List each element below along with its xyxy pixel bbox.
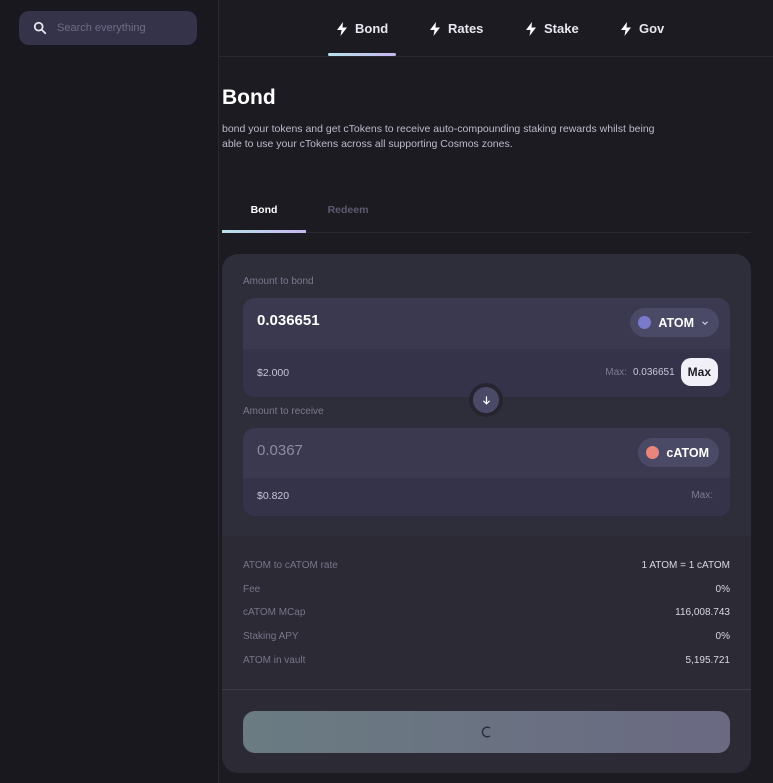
lightning-icon [337,21,347,36]
stat-value: 0% [715,631,730,643]
nav-item-label: Stake [544,21,579,36]
bond-max-area: Max: 0.036651 Max [605,358,718,386]
stat-value: 1 ATOM = 1 cATOM [641,560,730,572]
bond-form: Amount to bond ATOM $2.000 Max: 0.036651… [222,254,751,536]
max-button[interactable]: Max [680,358,718,386]
nav-item-label: Rates [448,21,484,36]
tab-bar: Bond Redeem [222,188,751,233]
stat-row: cATOM MCap 116,008.743 [243,601,730,625]
stats-list: ATOM to cATOM rate 1 ATOM = 1 cATOM Fee … [243,554,730,672]
stat-row: ATOM in vault 5,195.721 [243,648,730,672]
lightning-icon [621,21,631,36]
chevron-down-icon [702,320,708,325]
nav-item-gov[interactable]: Gov [620,0,664,57]
nav-item-bond[interactable]: Bond [327,0,397,57]
stat-key: cATOM MCap [243,607,306,619]
receive-token-badge: cATOM [638,438,719,467]
nav-item-rates[interactable]: Rates [429,0,483,57]
nav-item-label: Gov [639,21,665,36]
receive-amount-label: Amount to receive [243,406,324,417]
receive-max-label: Max: [691,490,713,501]
bond-max-value: 0.036651 [632,366,675,378]
search-box[interactable] [19,11,197,45]
stat-value: 116,008.743 [675,607,730,619]
stat-value: 5,195.721 [685,654,731,666]
stat-row: Fee 0% [243,578,730,602]
receive-token-label: cATOM [666,445,709,460]
lightning-icon [430,21,440,36]
swap-direction-button[interactable] [469,383,503,417]
stat-key: Staking APY [243,631,299,643]
top-nav: Bond Rates Stake Gov [219,0,773,57]
search-icon [33,21,47,35]
stat-value: 0% [715,583,730,595]
tab-bond[interactable]: Bond [222,188,306,233]
stat-row: ATOM to cATOM rate 1 ATOM = 1 cATOM [243,554,730,578]
stat-key: ATOM in vault [243,654,306,666]
receive-usd-value: $0.820 [257,490,290,502]
page-title: Bond [222,86,276,109]
arrow-down-icon [482,395,490,405]
bond-token-label: ATOM [658,315,694,330]
bond-max-label: Max: [605,366,627,378]
receive-amount-box: cATOM $0.820 Max: [243,428,730,516]
stat-key: Fee [243,583,261,595]
page-description: bond your tokens and get cTokens to rece… [222,123,655,150]
bond-token-select[interactable]: ATOM [630,308,719,337]
bond-usd-value: $2.000 [257,367,290,379]
bond-card: Amount to bond ATOM $2.000 Max: 0.036651… [222,254,751,773]
stat-key: ATOM to cATOM rate [243,560,338,572]
bond-amount-label: Amount to bond [243,276,314,287]
sidebar [0,0,219,783]
bond-amount-input[interactable] [257,312,557,329]
receive-max-area: Max: [691,490,713,501]
atom-token-icon [638,316,652,329]
receive-amount-input [257,442,557,459]
tab-redeem[interactable]: Redeem [306,188,390,232]
stat-row: Staking APY 0% [243,625,730,649]
bond-submit-button[interactable] [243,711,730,753]
nav-item-label: Bond [355,21,389,36]
search-input[interactable] [57,22,187,34]
catom-token-icon [646,446,660,459]
nav-item-stake[interactable]: Stake [525,0,579,57]
divider [222,689,751,690]
lightning-icon [526,21,536,36]
loading-spinner-icon [481,726,490,738]
